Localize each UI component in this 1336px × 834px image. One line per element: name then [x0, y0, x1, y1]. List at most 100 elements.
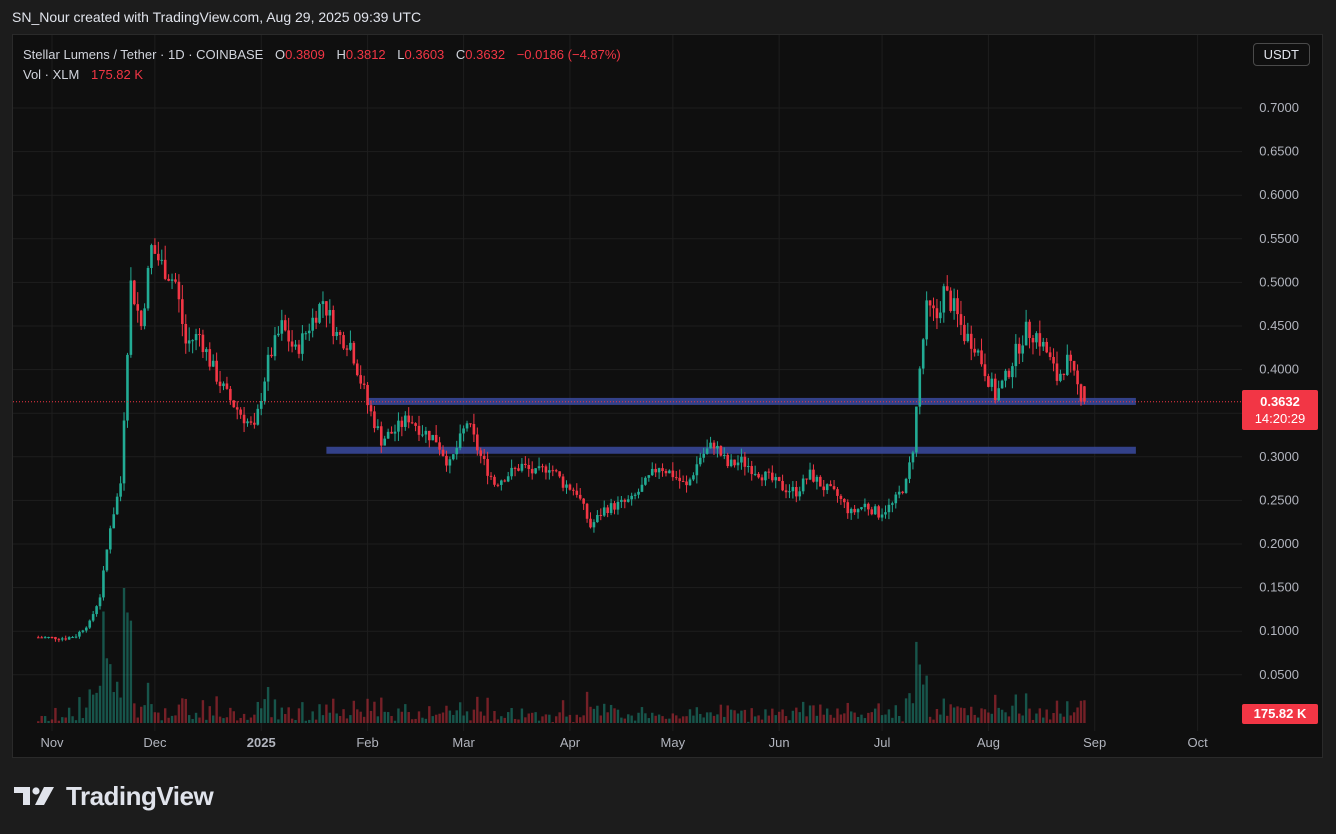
- candle-body: [78, 631, 81, 637]
- candle-body: [249, 421, 253, 423]
- symbol-title[interactable]: Stellar Lumens / Tether · 1D · COINBASE: [23, 47, 263, 62]
- candle-body: [633, 494, 637, 496]
- volume-bar: [654, 715, 657, 723]
- candle-body: [606, 507, 609, 514]
- x-axis-tick-label: 2025: [247, 735, 276, 750]
- candle-body: [795, 487, 798, 497]
- candle-body: [1024, 321, 1028, 346]
- candle-body: [270, 354, 273, 357]
- volume-bar: [928, 716, 932, 723]
- candle-body: [654, 468, 657, 473]
- volume-bar: [983, 709, 987, 723]
- candle-body: [191, 340, 194, 342]
- volume-bar: [627, 714, 630, 723]
- volume-bar: [603, 703, 606, 723]
- volume-bar: [208, 706, 211, 723]
- volume-bar: [582, 715, 585, 723]
- y-axis-tick-label: 0.4500: [1259, 318, 1299, 333]
- volume-bar: [1007, 716, 1011, 723]
- volume-bar: [520, 708, 524, 723]
- volume-bar: [808, 705, 812, 723]
- volume-bar: [1059, 713, 1062, 723]
- volume-bar: [685, 716, 688, 723]
- candle-body: [153, 245, 157, 254]
- volume-bar: [304, 720, 308, 723]
- y-axis-tick-label: 0.6000: [1259, 187, 1299, 202]
- volume-bar: [637, 712, 640, 723]
- volume-bar: [846, 702, 849, 723]
- candle-body: [771, 472, 774, 481]
- candle-body: [966, 333, 970, 342]
- volume-bar: [880, 715, 884, 723]
- candle-body: [67, 637, 71, 640]
- volume-bar: [798, 712, 801, 723]
- volume-bar: [657, 714, 661, 723]
- candle-body: [1007, 370, 1011, 378]
- volume-bar: [301, 702, 304, 723]
- candle-body: [572, 489, 575, 491]
- volume-label[interactable]: Vol · XLM: [23, 67, 79, 82]
- candle-body: [565, 484, 568, 488]
- candle-body: [208, 349, 212, 367]
- volume-bar: [716, 714, 719, 723]
- volume-bar: [849, 711, 853, 723]
- candle-body: [891, 503, 894, 505]
- volume-bar: [757, 715, 760, 723]
- candle-body: [263, 381, 266, 402]
- volume-bar: [1000, 709, 1004, 723]
- candle-body: [674, 477, 678, 479]
- y-axis-tick-label: 0.0500: [1259, 667, 1299, 682]
- volume-bar: [863, 718, 867, 723]
- volume-bar: [452, 714, 455, 723]
- close-label: C: [455, 47, 466, 62]
- candle-body: [613, 503, 616, 510]
- candle-body: [774, 477, 778, 481]
- candle-body: [222, 383, 225, 387]
- volume-bar: [404, 704, 407, 723]
- volume-bar: [640, 707, 644, 723]
- candle-body: [205, 349, 208, 353]
- chart-panel[interactable]: 0.7000 0.6500 0.6000 0.5500 0.5000 0.4500 0.40…: [12, 34, 1323, 758]
- volume-bar: [952, 707, 956, 723]
- volume-bar: [441, 712, 445, 723]
- candle-body: [1017, 343, 1021, 354]
- volume-bar: [966, 715, 970, 723]
- candle-body: [434, 434, 438, 443]
- volume-bar: [263, 699, 266, 723]
- volume-bar: [496, 719, 500, 723]
- candle-body: [1083, 386, 1086, 402]
- candle-body: [469, 423, 472, 425]
- volume-bar: [184, 698, 187, 723]
- candle-body: [743, 456, 747, 467]
- volume-bar: [939, 714, 942, 723]
- volume-bar: [777, 711, 781, 723]
- candle-body: [630, 495, 633, 500]
- currency-button[interactable]: USDT: [1252, 43, 1310, 66]
- candle-body: [355, 363, 359, 376]
- candle-body: [805, 478, 808, 480]
- volume-bar: [973, 714, 976, 723]
- volume-bar: [1048, 719, 1052, 723]
- y-axis-tick-label: 0.2000: [1259, 536, 1299, 551]
- candle-body: [620, 499, 623, 502]
- last-price-value: 0.3632: [1260, 394, 1300, 409]
- candle-body: [482, 455, 486, 459]
- volume-bar: [812, 705, 815, 723]
- candle-body: [589, 518, 592, 528]
- volume-bar: [236, 720, 239, 723]
- volume-bar: [486, 697, 489, 723]
- volume-bar: [877, 703, 880, 723]
- x-axis-tick-label: Feb: [356, 735, 378, 750]
- volume-bar: [630, 715, 633, 723]
- volume-bar: [366, 698, 369, 723]
- price-chart[interactable]: 0.7000 0.6500 0.6000 0.5500 0.5000 0.4500 0.40…: [13, 35, 1324, 759]
- candle-body: [839, 495, 843, 499]
- volume-bar: [651, 712, 654, 723]
- candle-body: [331, 309, 335, 337]
- volume-bar: [54, 707, 57, 723]
- volume-bar: [342, 709, 345, 723]
- candle-body: [47, 636, 50, 638]
- tradingview-logo[interactable]: TradingView: [14, 778, 214, 814]
- candle-body: [939, 312, 942, 319]
- volume-bar: [1038, 708, 1042, 723]
